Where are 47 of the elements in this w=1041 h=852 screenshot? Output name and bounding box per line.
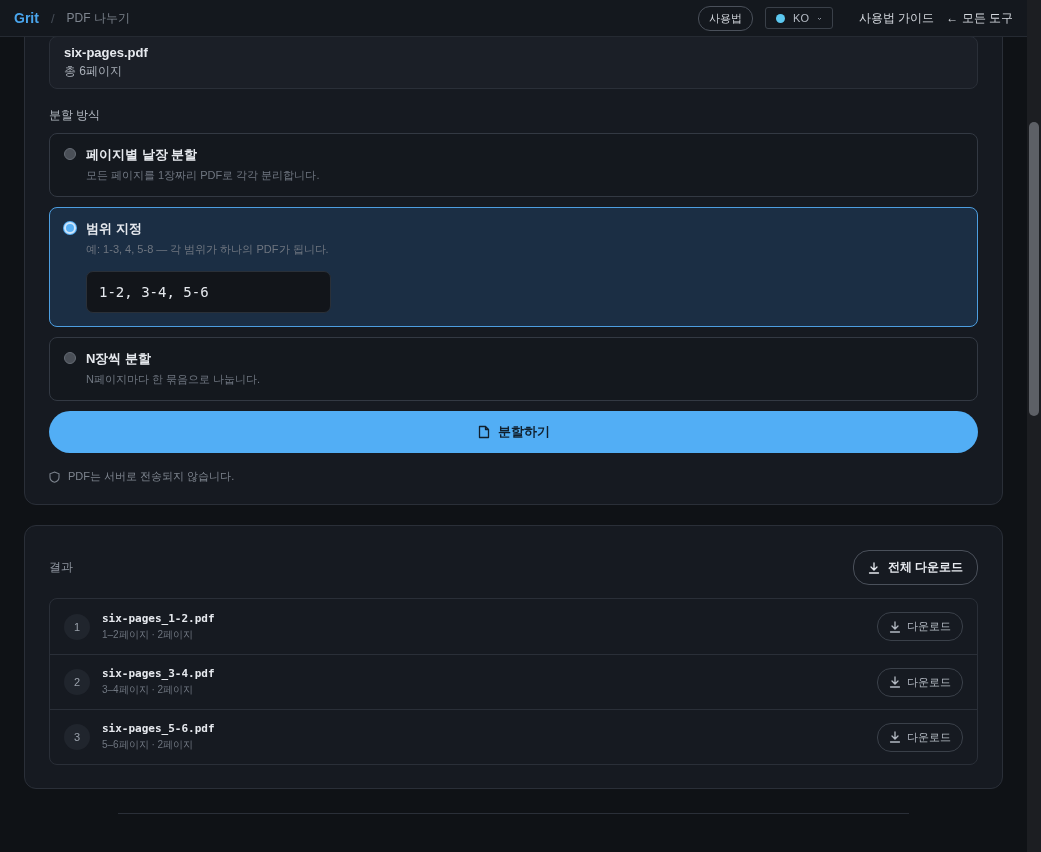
page-title: PDF 나누기	[66, 9, 130, 27]
results-title: 결과	[49, 559, 73, 576]
section-label: 분할 방식	[49, 107, 102, 124]
option-description: 예: 1-3, 4, 5-8 — 각 범위가 하나의 PDF가 됩니다.	[86, 242, 330, 257]
option-title: 범위 지정	[86, 220, 143, 238]
result-page-range: 5–6페이지 · 2페이지	[102, 738, 195, 752]
scrollbar-thumb[interactable]	[1029, 122, 1039, 416]
download-icon	[889, 731, 901, 743]
split-button[interactable]: 분할하기	[49, 411, 978, 453]
download-all-button[interactable]: 전체 다운로드	[852, 550, 978, 585]
result-page-range: 1–2페이지 · 2페이지	[102, 627, 195, 642]
radio-button[interactable]	[64, 352, 76, 364]
caret-icon	[817, 15, 822, 21]
range-input-field[interactable]: 1-2, 3-4, 5-6	[86, 271, 331, 313]
document-icon	[477, 425, 490, 439]
download-icon	[889, 620, 901, 633]
split-option[interactable]: 범위 지정 예: 1-3, 4, 5-8 — 각 범위가 하나의 PDF가 됩니다. 1-2, 3-4, 5-6	[49, 207, 978, 327]
globe-dot-icon	[776, 13, 786, 23]
file-name: six-pages.pdf	[64, 45, 149, 60]
download-icon	[867, 561, 880, 574]
result-file-name: six-pages_1-2.pdf	[102, 611, 216, 625]
shield-icon	[49, 470, 60, 483]
privacy-note: PDF는 서버로 전송되지 않습니다.	[68, 469, 235, 484]
option-description: N페이지마다 한 묶음으로 나눕니다.	[86, 372, 261, 387]
download-icon	[889, 676, 901, 688]
help-button[interactable]: 사용법	[698, 5, 754, 31]
download-button[interactable]: 다운로드	[877, 612, 963, 641]
breadcrumb-separator: /	[50, 10, 55, 26]
guide-link[interactable]: 사용법 가이드	[859, 9, 935, 27]
index-badge: 1	[64, 613, 90, 640]
option-description: 모든 페이지를 1장짜리 PDF로 각각 분리합니다.	[86, 168, 320, 183]
result-file-name: six-pages_5-6.pdf	[102, 722, 216, 735]
brand-link[interactable]: Grit	[14, 10, 39, 26]
option-title: 페이지별 낱장 분할	[86, 146, 199, 164]
split-option[interactable]: 페이지별 낱장 분할 모든 페이지를 1장짜리 PDF로 각각 분리합니다.	[49, 133, 978, 197]
page-count: 총 6페이지	[64, 63, 123, 80]
split-option[interactable]: N장씩 분할 N페이지마다 한 묶음으로 나눕니다.	[49, 337, 978, 401]
result-page-range: 3–4페이지 · 2페이지	[102, 683, 195, 697]
radio-button[interactable]	[64, 148, 76, 160]
download-button[interactable]: 다운로드	[877, 667, 963, 697]
option-title: N장씩 분할	[86, 350, 152, 368]
back-link[interactable]: ← 모든 도구	[946, 9, 1013, 27]
index-badge: 3	[64, 724, 90, 750]
index-badge: 2	[64, 669, 90, 695]
download-button[interactable]: 다운로드	[877, 722, 963, 752]
result-file-name: six-pages_3-4.pdf	[102, 667, 216, 680]
language-select[interactable]: KO	[765, 7, 833, 29]
